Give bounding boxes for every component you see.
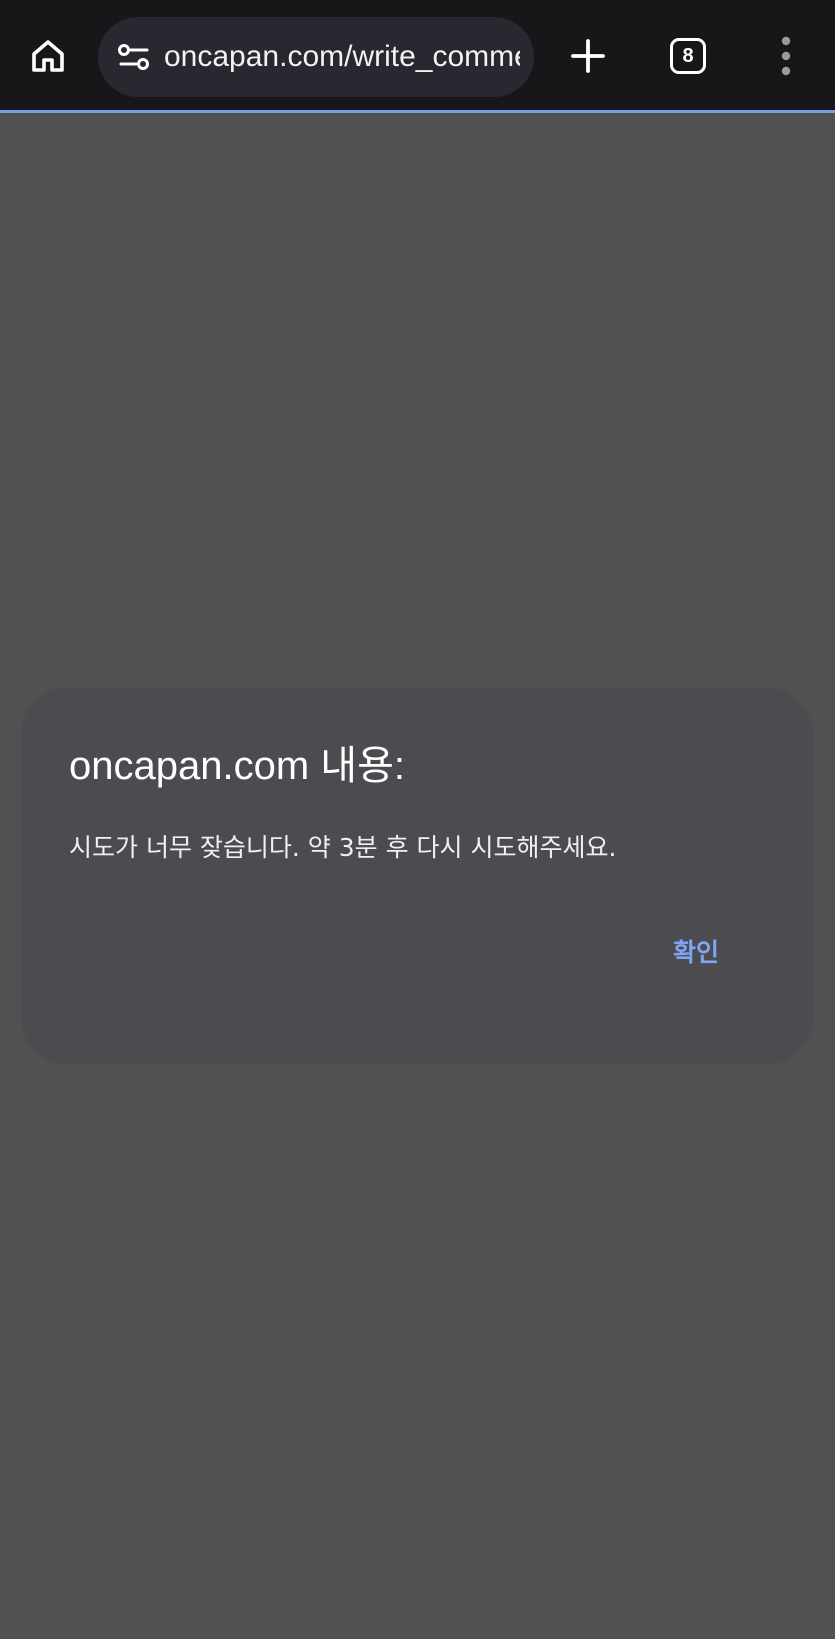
alert-dialog: oncapan.com 내용: 시도가 너무 잦습니다. 약 3분 후 다시 시… (21, 687, 813, 1065)
plus-icon (571, 39, 605, 73)
tab-switcher-icon: 8 (670, 38, 706, 74)
tab-count: 8 (682, 44, 694, 67)
confirm-button[interactable]: 확인 (641, 923, 751, 979)
tune-icon (118, 44, 149, 70)
home-icon (32, 40, 64, 72)
tab-switcher-button[interactable]: 8 (666, 34, 710, 78)
url-text[interactable]: oncapan.com/write_comment_update.php (164, 17, 520, 97)
browser-toolbar: oncapan.com/write_comment_update.php 8 (0, 0, 835, 113)
more-vert-icon (781, 36, 791, 76)
site-info-button[interactable] (114, 37, 154, 77)
new-tab-button[interactable] (562, 30, 614, 82)
home-button[interactable] (22, 30, 74, 82)
address-bar[interactable]: oncapan.com/write_comment_update.php (98, 17, 534, 97)
dialog-title: oncapan.com 내용: (69, 744, 405, 788)
dialog-message: 시도가 너무 잦습니다. 약 3분 후 다시 시도해주세요. (69, 833, 617, 862)
menu-button[interactable] (766, 30, 806, 82)
